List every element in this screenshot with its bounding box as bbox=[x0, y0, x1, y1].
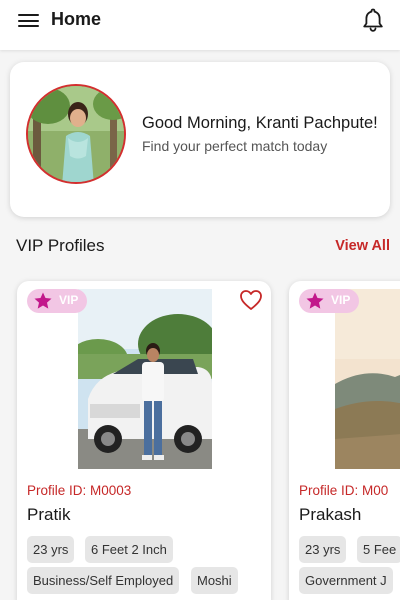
vip-badge: VIP bbox=[299, 289, 359, 313]
height-chip: 6 Feet 2 Inch bbox=[85, 536, 173, 563]
user-avatar[interactable] bbox=[26, 84, 126, 184]
vip-badge: VIP bbox=[27, 289, 87, 313]
occupation-chip: Business/Self Employed bbox=[27, 567, 180, 594]
profile-name: Prakash bbox=[299, 505, 362, 524]
profile-photo bbox=[335, 289, 400, 469]
hamburger-menu-icon[interactable] bbox=[18, 12, 40, 28]
profile-card[interactable]: VIP Profile ID: M0003 Pratik 23 yrs 6 Fe… bbox=[17, 281, 271, 600]
star-icon bbox=[34, 292, 52, 309]
star-icon bbox=[306, 292, 324, 309]
profile-card[interactable]: VIP Profile ID: M00 Prakash 23 yrs 5 Fee… bbox=[289, 281, 400, 600]
vip-profiles-heading: VIP Profiles bbox=[16, 236, 105, 255]
app-screen: Home Good Morning, Kranti Pachpute! Find… bbox=[0, 0, 400, 600]
greeting-text: Good Morning, Kranti Pachpute! Find your… bbox=[142, 114, 378, 154]
bell-icon[interactable] bbox=[361, 7, 385, 33]
view-all-link[interactable]: View All bbox=[335, 238, 390, 254]
profile-name: Pratik bbox=[27, 505, 71, 524]
greeting-title: Good Morning, Kranti Pachpute! bbox=[142, 114, 378, 132]
age-chip: 23 yrs bbox=[299, 536, 347, 563]
top-app-bar: Home bbox=[0, 0, 400, 50]
greeting-card: Good Morning, Kranti Pachpute! Find your… bbox=[10, 62, 390, 217]
profile-id: Profile ID: M00 bbox=[299, 483, 389, 498]
page-title: Home bbox=[51, 9, 102, 29]
greeting-subtitle: Find your perfect match today bbox=[142, 138, 328, 154]
age-chip: 23 yrs bbox=[27, 536, 75, 563]
height-chip: 5 Fee bbox=[357, 536, 400, 563]
profile-id: Profile ID: M0003 bbox=[27, 483, 132, 498]
favorite-heart-icon[interactable] bbox=[239, 289, 263, 311]
profile-photo bbox=[78, 289, 212, 469]
vip-label: VIP bbox=[59, 293, 79, 307]
occupation-chip: Government J bbox=[299, 567, 393, 594]
location-chip: Moshi bbox=[191, 567, 238, 594]
vip-label: VIP bbox=[331, 293, 351, 307]
